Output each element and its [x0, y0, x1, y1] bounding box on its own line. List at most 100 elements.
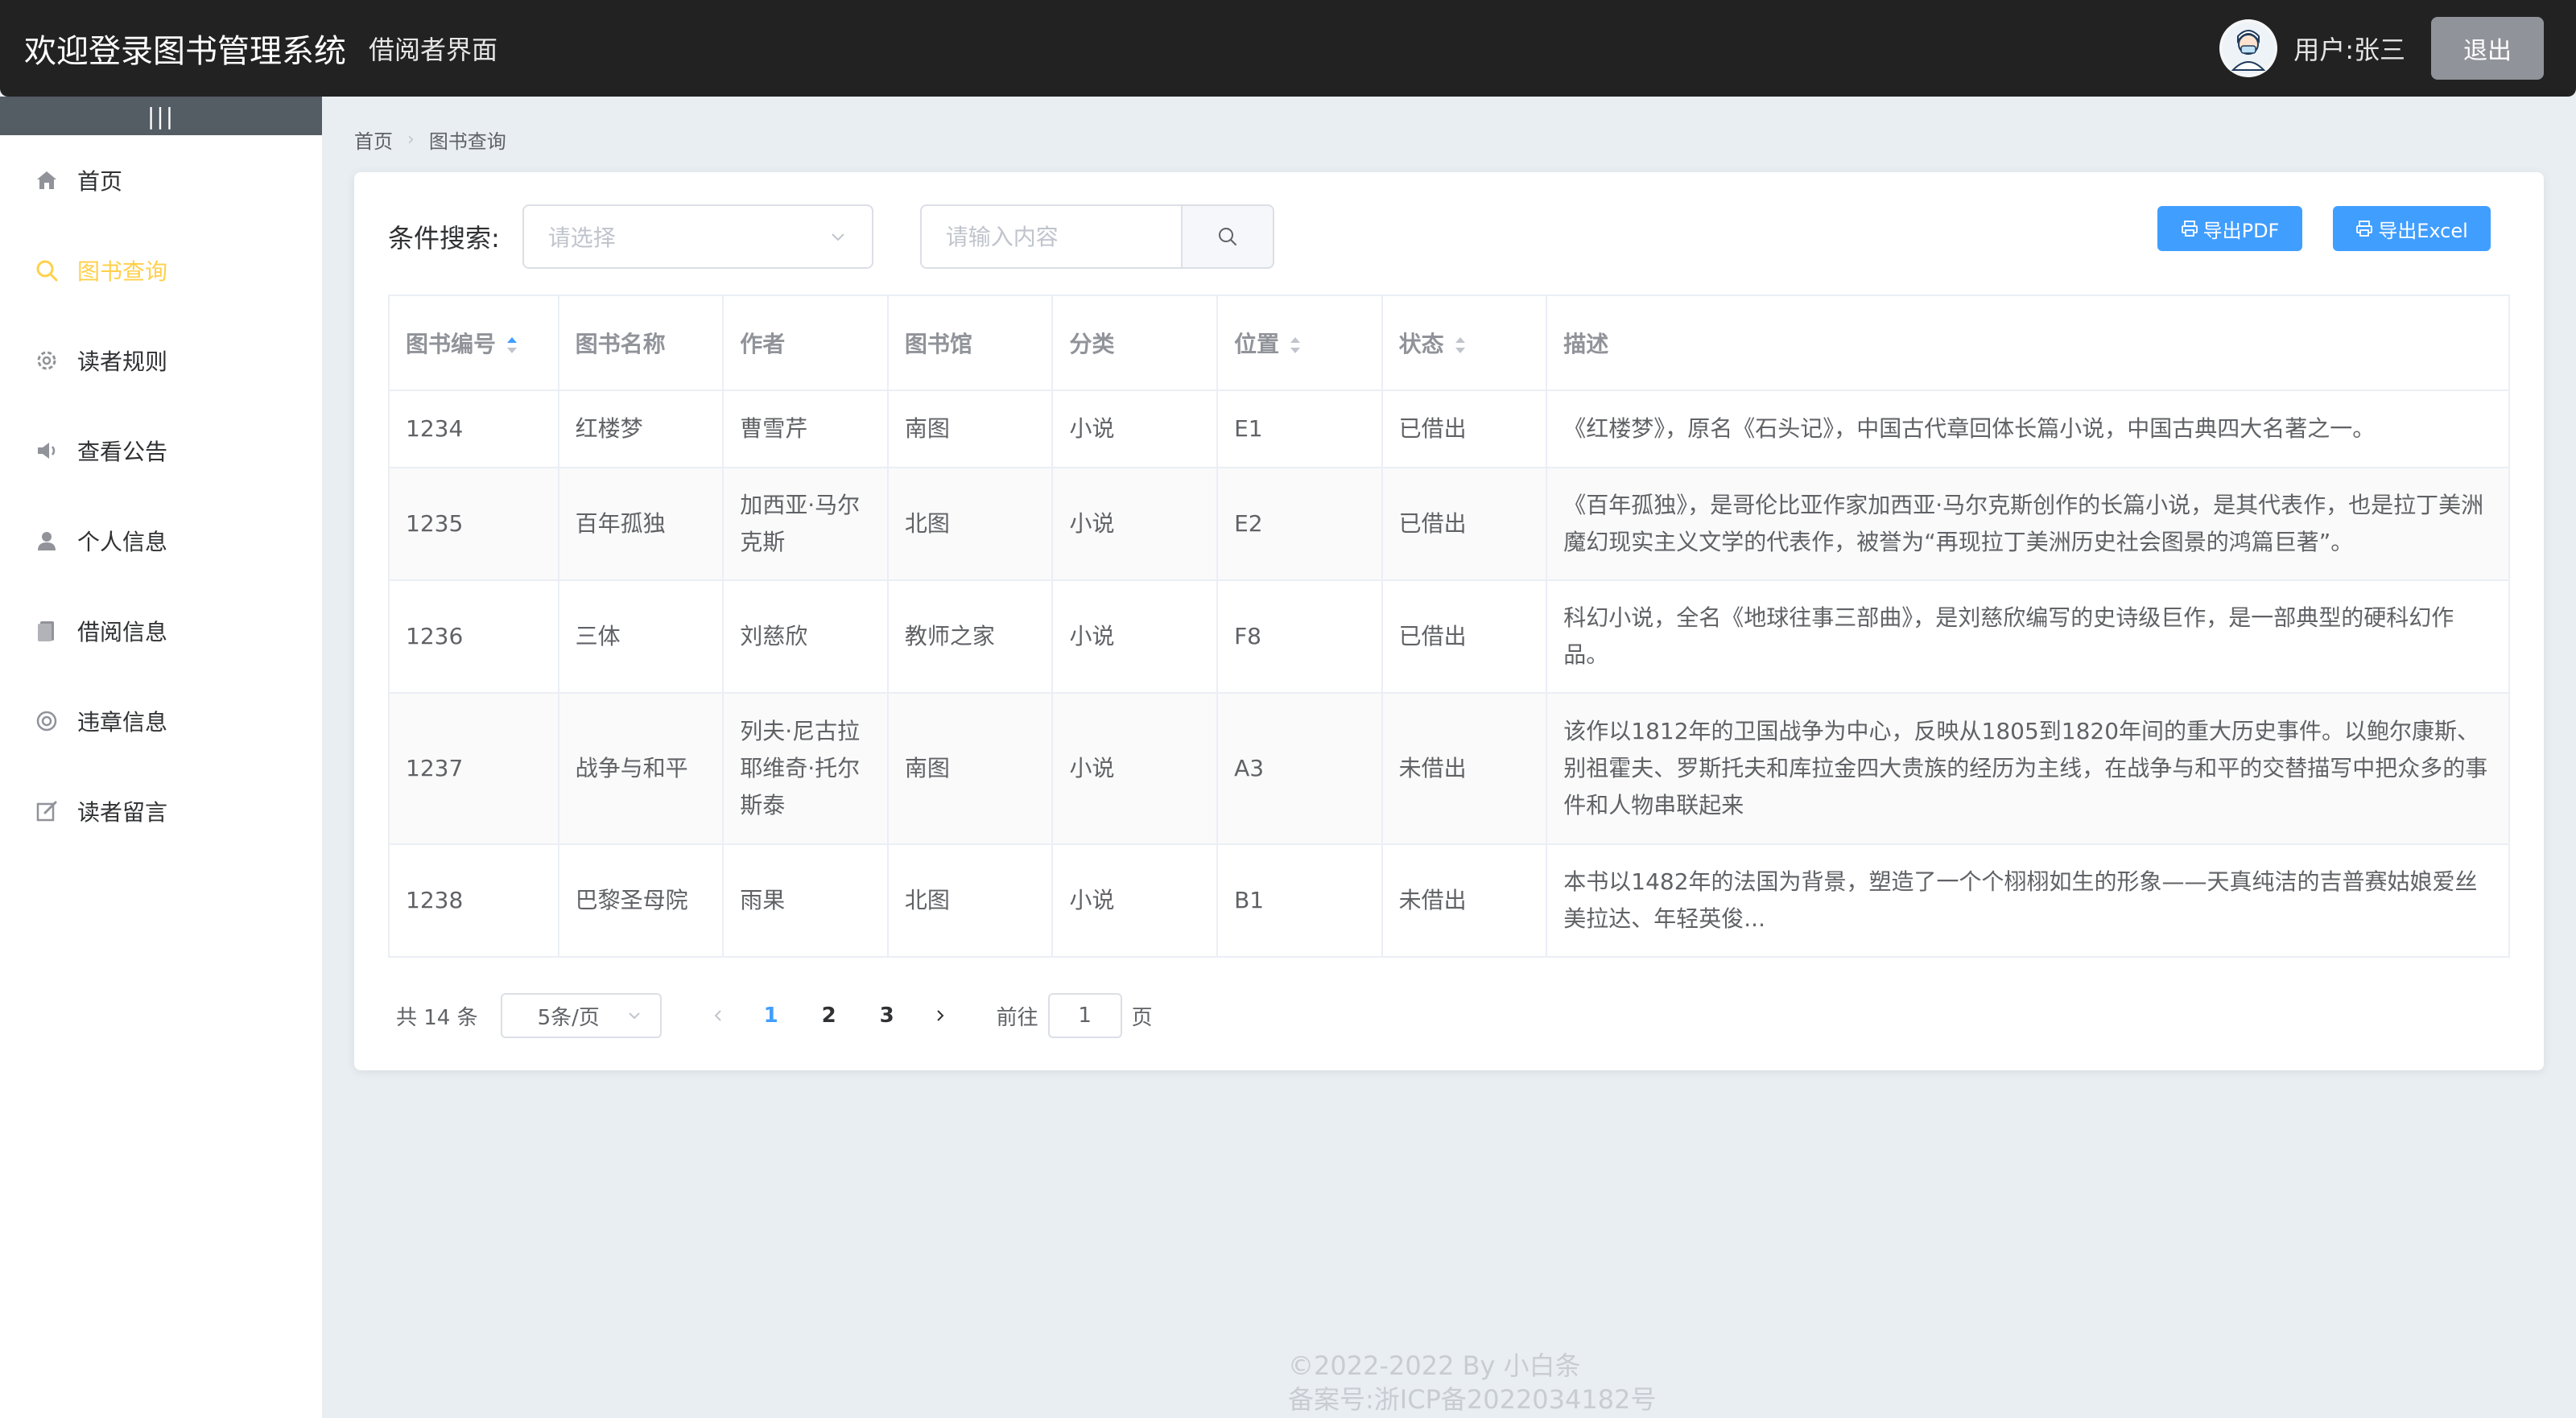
page-number-1[interactable]: 1 — [742, 1004, 800, 1028]
document-icon — [32, 616, 61, 645]
printer-icon — [2181, 221, 2198, 237]
cell-location: B1 — [1216, 843, 1383, 958]
cell-author: 曹雪芹 — [722, 390, 889, 468]
sort-icon[interactable] — [1452, 333, 1468, 357]
column-header-label: 状态 — [1398, 331, 1444, 357]
cell-location: F8 — [1216, 579, 1383, 694]
app-title: 欢迎登录图书管理系统 — [24, 33, 346, 70]
cell-status: 已借出 — [1381, 467, 1548, 581]
search-input-group — [919, 204, 1274, 269]
cell-category: 小说 — [1051, 390, 1219, 468]
search-button[interactable] — [1180, 204, 1274, 269]
sidebar-item-announcements[interactable]: 查看公告 — [0, 406, 322, 496]
cell-author: 刘慈欣 — [722, 579, 889, 694]
cell-category: 小说 — [1051, 692, 1219, 845]
search-icon — [32, 256, 61, 285]
cell-id: 1237 — [388, 692, 559, 845]
sidebar-item-personal-info[interactable]: 个人信息 — [0, 496, 322, 586]
sidebar-item-label: 读者留言 — [77, 799, 168, 826]
cell-title: 百年孤独 — [557, 467, 724, 581]
sidebar-item-reader-rules[interactable]: 读者规则 — [0, 315, 322, 406]
app-subtitle: 借阅者界面 — [369, 35, 498, 65]
table-header-row: 图书编号 图书名称 作者 图书馆 分类 位置 状态 描述 — [388, 295, 2510, 391]
column-header-author: 作者 — [722, 295, 889, 391]
column-header-id[interactable]: 图书编号 — [388, 295, 559, 391]
column-header-library: 图书馆 — [886, 295, 1054, 391]
doctor-avatar-icon — [2223, 23, 2275, 74]
export-excel-button[interactable]: 导出Excel — [2333, 206, 2491, 251]
cell-id: 1235 — [388, 467, 559, 581]
cell-author: 列夫·尼古拉耶维奇·托尔斯泰 — [722, 692, 889, 845]
books-table: 图书编号 图书名称 作者 图书馆 分类 位置 状态 描述 1234 红楼梦 曹雪… — [388, 295, 2510, 958]
search-label: 条件搜索: — [388, 223, 500, 254]
prev-page-button[interactable] — [694, 1008, 742, 1024]
export-pdf-label: 导出PDF — [2202, 219, 2280, 242]
table-row[interactable]: 1238 巴黎圣母院 雨果 北图 小说 B1 未借出 本书以1482年的法国为背… — [388, 843, 2510, 958]
cell-status: 未借出 — [1381, 843, 1548, 958]
column-header-status[interactable]: 状态 — [1381, 295, 1548, 391]
chevron-right-icon — [936, 1010, 944, 1021]
cell-author: 雨果 — [722, 843, 889, 958]
sidebar-item-reader-messages[interactable]: 读者留言 — [0, 766, 322, 856]
edit-icon — [32, 797, 61, 826]
cell-location: E1 — [1216, 390, 1383, 468]
column-header-category: 分类 — [1051, 295, 1219, 391]
cell-location: A3 — [1216, 692, 1383, 845]
sidebar-item-home[interactable]: 首页 — [0, 135, 322, 225]
sidebar-item-label: 首页 — [77, 168, 123, 195]
cell-location: E2 — [1216, 467, 1383, 581]
search-field-select[interactable]: 请选择 — [522, 204, 873, 269]
main-card: 条件搜索: 请选择 导出PDF 导出Excel 图书编号 — [354, 172, 2544, 1070]
chevron-down-icon — [628, 1012, 640, 1020]
chevron-down-icon — [832, 233, 844, 241]
table-row[interactable]: 1235 百年孤独 加西亚·马尔克斯 北图 小说 E2 已借出 《百年孤独》，是… — [388, 467, 2510, 581]
collapse-toggle[interactable]: ||| — [0, 97, 322, 135]
sort-ascending-icon[interactable] — [504, 333, 520, 357]
sidebar: ||| 首页 图书查询 读者规则 查看公告 个人信息 借阅信息 违章信息 读者留… — [0, 97, 322, 1418]
next-page-button[interactable] — [916, 1008, 964, 1024]
total-count: 共 14 条 — [396, 1005, 478, 1030]
avatar[interactable] — [2219, 19, 2278, 77]
page-size-value: 5条/页 — [537, 1005, 600, 1030]
cell-library: 北图 — [886, 843, 1054, 958]
page-size-select[interactable]: 5条/页 — [500, 993, 662, 1038]
goto-suffix: 页 — [1131, 1005, 1153, 1030]
table-row[interactable]: 1234 红楼梦 曹雪芹 南图 小说 E1 已借出 《红楼梦》，原名《石头记》，… — [388, 390, 2510, 468]
footer-copyright: ©2022-2022 By 小白条 — [1288, 1350, 1581, 1381]
cell-description: 本书以1482年的法国为背景，塑造了一个个栩栩如生的形象——天真纯洁的吉普赛姑娘… — [1546, 843, 2510, 958]
cell-library: 教师之家 — [886, 579, 1054, 694]
logout-button[interactable]: 退出 — [2431, 17, 2544, 80]
goto-page-input[interactable]: 1 — [1047, 993, 1122, 1038]
sidebar-item-book-search[interactable]: 图书查询 — [0, 225, 322, 315]
cell-category: 小说 — [1051, 579, 1219, 694]
page-number-2[interactable]: 2 — [800, 1004, 858, 1028]
sidebar-item-label: 借阅信息 — [77, 619, 168, 645]
breadcrumb-home[interactable]: 首页 — [354, 126, 393, 154]
pagination: 共 14 条 5条/页 1 2 3 前往 1 页 — [396, 991, 1153, 1040]
sidebar-item-borrow-info[interactable]: 借阅信息 — [0, 586, 322, 676]
table-row[interactable]: 1236 三体 刘慈欣 教师之家 小说 F8 已借出 科幻小说，全名《地球往事三… — [388, 579, 2510, 694]
cell-title: 战争与和平 — [557, 692, 724, 845]
cell-author: 加西亚·马尔克斯 — [722, 467, 889, 581]
export-excel-label: 导出Excel — [2378, 219, 2468, 242]
cell-status: 未借出 — [1381, 692, 1548, 845]
export-pdf-button[interactable]: 导出PDF — [2157, 206, 2302, 251]
user-icon — [32, 526, 61, 555]
cell-title: 巴黎圣母院 — [557, 843, 724, 958]
table-row[interactable]: 1237 战争与和平 列夫·尼古拉耶维奇·托尔斯泰 南图 小说 A3 未借出 该… — [388, 692, 2510, 845]
sidebar-item-label: 读者规则 — [77, 348, 168, 375]
breadcrumb: 首页 › 图书查询 — [354, 126, 506, 154]
column-header-title: 图书名称 — [557, 295, 724, 391]
sort-icon[interactable] — [1287, 333, 1303, 357]
page-number-3[interactable]: 3 — [858, 1004, 916, 1028]
cell-title: 三体 — [557, 579, 724, 694]
column-header-location[interactable]: 位置 — [1216, 295, 1383, 391]
search-input[interactable] — [919, 204, 1181, 269]
home-icon — [32, 166, 61, 195]
cell-id: 1236 — [388, 579, 559, 694]
goto-page-value: 1 — [1078, 1004, 1092, 1028]
sidebar-item-violations[interactable]: 违章信息 — [0, 676, 322, 766]
sidebar-item-label: 个人信息 — [77, 529, 168, 555]
cell-library: 南图 — [886, 390, 1054, 468]
cell-description: 《百年孤独》，是哥伦比亚作家加西亚·马尔克斯创作的长篇小说，是其代表作，也是拉丁… — [1546, 467, 2510, 581]
